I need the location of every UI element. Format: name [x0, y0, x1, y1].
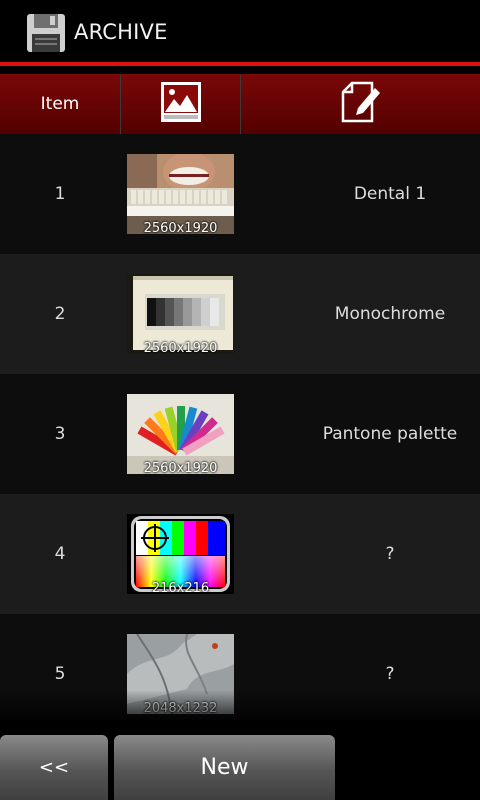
item-number: 4: [54, 544, 66, 564]
thumbnail-dental[interactable]: 2560x1920: [127, 154, 234, 234]
column-header-image[interactable]: [121, 74, 240, 134]
column-header-name[interactable]: [241, 74, 480, 134]
item-name[interactable]: Monochrome: [300, 254, 480, 374]
thumbnail-resolution: 2560x1920: [143, 341, 218, 354]
thumbnail-resolution: 2560x1920: [143, 221, 218, 234]
thumbnail-resolution: 2560x1920: [143, 461, 218, 474]
item-name[interactable]: ?: [300, 494, 480, 614]
column-header-item-label: Item: [40, 94, 80, 114]
item-number: 1: [54, 184, 66, 204]
title-bar: ARCHIVE: [0, 0, 480, 62]
table-row[interactable]: 4 216x216 ?: [0, 494, 480, 615]
image-icon: [160, 81, 202, 127]
floppy-disk-icon: [25, 12, 67, 54]
spacer: [0, 66, 480, 74]
column-header-item[interactable]: Item: [0, 74, 120, 134]
table-row[interactable]: 2 2560x1920 Monochrome: [0, 254, 480, 375]
page-title: ARCHIVE: [74, 20, 168, 44]
new-button[interactable]: New: [114, 735, 335, 800]
edit-note-icon: [340, 80, 382, 128]
table-row[interactable]: 3 2560x1920 Pantone palette: [0, 374, 480, 495]
item-number: 2: [54, 304, 66, 324]
item-name[interactable]: Pantone palette: [300, 374, 480, 494]
item-name[interactable]: Dental 1: [300, 134, 480, 254]
thumbnail-resolution: 216x216: [151, 581, 210, 594]
back-button[interactable]: <<: [0, 735, 108, 800]
thumbnail-pantone[interactable]: 2560x1920: [127, 394, 234, 474]
thumbnail-color-test[interactable]: 216x216: [127, 514, 234, 594]
table-row[interactable]: 1 2560x1920 Dental 1: [0, 134, 480, 255]
thumbnail-monochrome[interactable]: 2560x1920: [127, 274, 234, 354]
item-number: 3: [54, 424, 66, 444]
archive-list[interactable]: 1 2560x1920 Dental 1 2 2560x1920 Monochr…: [0, 134, 480, 720]
